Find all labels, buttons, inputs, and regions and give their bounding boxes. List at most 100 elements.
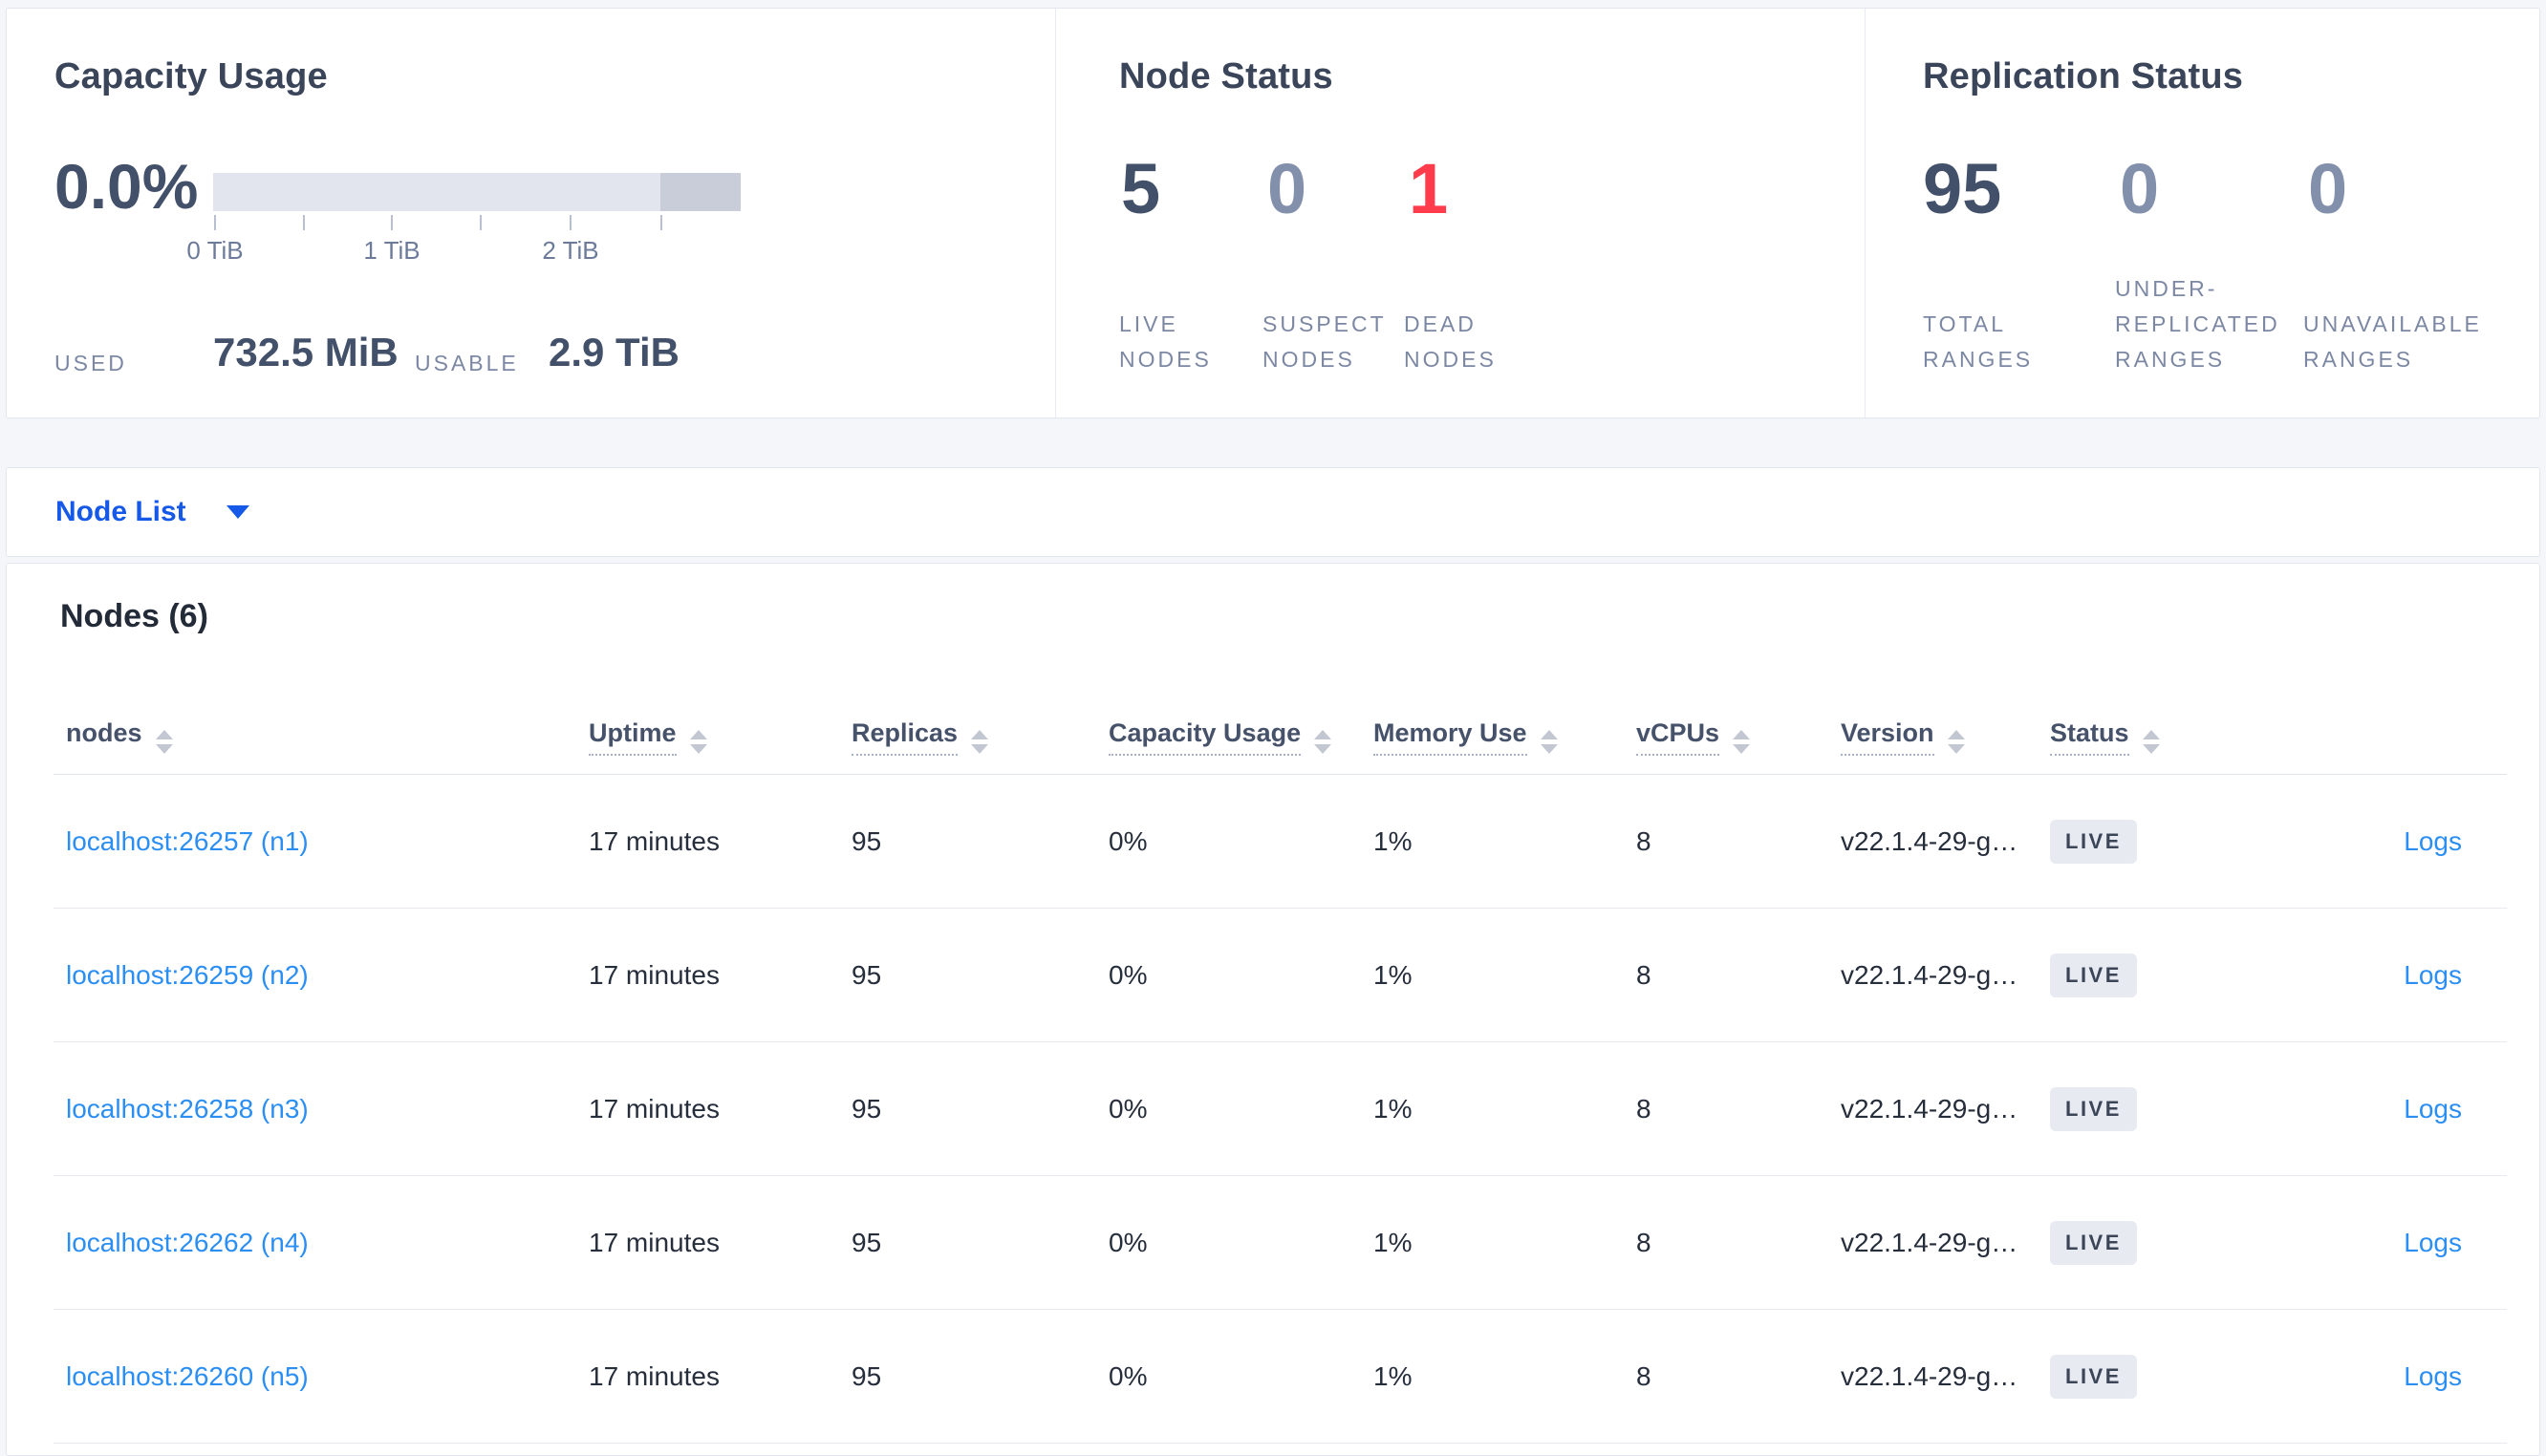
- capacity-axis-tick: [480, 215, 482, 230]
- sort-icon: [155, 729, 173, 754]
- column-header-label: vCPUs: [1636, 717, 1720, 756]
- capacity-used-label: USED: [54, 351, 127, 375]
- logs-link[interactable]: Logs: [2404, 826, 2462, 856]
- capacity-axis-tick: [303, 215, 305, 230]
- cell-vcpus: 8: [1624, 1041, 1828, 1176]
- column-header-capacity_usage[interactable]: Capacity Usage: [1096, 697, 1361, 775]
- stat-value: 1: [1409, 149, 1449, 228]
- logs-link[interactable]: Logs: [2404, 960, 2462, 990]
- node-link[interactable]: localhost:26259 (n2): [66, 960, 309, 990]
- stat-label: DEAD NODES: [1404, 311, 1497, 372]
- capacity-axis-tick-label: 0 TiB: [186, 236, 244, 265]
- cell-version: v22.1.4-29-g…: [1828, 1041, 2038, 1176]
- status-badge: LIVE: [2050, 953, 2137, 997]
- cell-capacity_usage: 0%: [1096, 908, 1361, 1042]
- cell-uptime: 17 minutes: [576, 1175, 839, 1310]
- cell-uptime: 17 minutes: [576, 1309, 839, 1444]
- sort-icon: [971, 729, 989, 754]
- column-header-label: Version: [1841, 717, 1934, 756]
- column-header-label: Replicas: [852, 717, 959, 756]
- cell-memory_use: 1%: [1361, 1041, 1624, 1176]
- status-badge: LIVE: [2050, 819, 2137, 864]
- node-link[interactable]: localhost:26262 (n4): [66, 1228, 309, 1257]
- stat-value: 0: [2308, 149, 2348, 228]
- node-link[interactable]: localhost:26257 (n1): [66, 826, 309, 856]
- table-header-row: nodes Uptime Replicas Capacity Usage Memory …: [54, 697, 2507, 775]
- sort-icon: [1733, 729, 1751, 754]
- stat-value: 5: [1121, 149, 1161, 228]
- nodes-section-title: Nodes (6): [60, 598, 208, 634]
- stat-label: UNAVAILABLE RANGES: [2303, 311, 2482, 372]
- cell-version: v22.1.4-29-g…: [1828, 774, 2038, 909]
- cell-version: v22.1.4-29-g…: [1828, 908, 2038, 1042]
- capacity-axis-tick: [660, 215, 662, 230]
- cell-vcpus: 8: [1624, 1309, 1828, 1444]
- cell-capacity_usage: 0%: [1096, 774, 1361, 909]
- cluster-overview-page: Capacity Usage 0.0% 0 TiB 1 TiB 2 TiB USED…: [0, 0, 2546, 1456]
- status-badge: LIVE: [2050, 1354, 2137, 1399]
- cell-replicas: 95: [839, 908, 1096, 1042]
- cell-capacity_usage: 0%: [1096, 1175, 1361, 1310]
- column-header-logs-empty: [2238, 697, 2507, 775]
- cell-memory_use: 1%: [1361, 1309, 1624, 1444]
- nodes-table-card: Nodes (6) nodes Uptime Replicas Capacity Us…: [6, 563, 2540, 1456]
- sort-icon: [2142, 729, 2160, 754]
- capacity-bar-reserved-segment: [660, 173, 741, 211]
- capacity-usable-label: USABLE: [415, 351, 519, 375]
- logs-link[interactable]: Logs: [2404, 1361, 2462, 1391]
- stat-label: UNDER- REPLICATED RANGES: [2115, 276, 2280, 372]
- capacity-axis-tick: [391, 215, 393, 230]
- capacity-axis-tick: [214, 215, 216, 230]
- stat-label: SUSPECT NODES: [1262, 311, 1387, 372]
- column-header-label: Status: [2050, 717, 2129, 756]
- node-list-dropdown[interactable]: Node List: [55, 496, 186, 528]
- column-header-label: Memory Use: [1373, 717, 1527, 756]
- column-header-vcpus[interactable]: vCPUs: [1624, 697, 1828, 775]
- stat-value: 0: [2120, 149, 2160, 228]
- cell-vcpus: 8: [1624, 774, 1828, 909]
- column-header-uptime[interactable]: Uptime: [576, 697, 839, 775]
- capacity-usable-value: 2.9 TiB: [549, 330, 680, 375]
- sort-icon: [1947, 729, 1965, 754]
- capacity-axis-tick-label: 1 TiB: [363, 236, 421, 265]
- node-link[interactable]: localhost:26260 (n5): [66, 1361, 309, 1391]
- cell-replicas: 95: [839, 1175, 1096, 1310]
- cell-uptime: 17 minutes: [576, 1041, 839, 1176]
- column-header-memory_use[interactable]: Memory Use: [1361, 697, 1624, 775]
- cluster-summary-card: Capacity Usage 0.0% 0 TiB 1 TiB 2 TiB USED…: [6, 8, 2540, 418]
- stat-label: TOTAL RANGES: [1923, 311, 2034, 372]
- nodes-table: nodes Uptime Replicas Capacity Usage Memory …: [54, 697, 2507, 1444]
- status-badge: LIVE: [2050, 1086, 2137, 1131]
- cell-vcpus: 8: [1624, 908, 1828, 1042]
- table-row: localhost:26259 (n2) 17 minutes 95 0% 1% 8 v22…: [54, 908, 2507, 1042]
- capacity-usage-title: Capacity Usage: [54, 56, 328, 96]
- replication-status-panel: Replication Status 95 TOTAL RANGES 0 UNDER- R…: [1865, 9, 2539, 418]
- column-header-replicas[interactable]: Replicas: [839, 697, 1096, 775]
- column-header-status[interactable]: Status: [2038, 697, 2238, 775]
- column-header-label: Uptime: [589, 717, 677, 756]
- cell-capacity_usage: 0%: [1096, 1309, 1361, 1444]
- table-row: localhost:26258 (n3) 17 minutes 95 0% 1% 8 v22…: [54, 1041, 2507, 1176]
- cell-capacity_usage: 0%: [1096, 1041, 1361, 1176]
- column-header-node[interactable]: nodes: [54, 697, 576, 775]
- view-selector-bar: Node List: [6, 467, 2540, 557]
- capacity-usage-bar: [213, 173, 741, 211]
- table-row: localhost:26260 (n5) 17 minutes 95 0% 1% 8 v22…: [54, 1309, 2507, 1444]
- capacity-axis-tick: [570, 215, 572, 230]
- logs-link[interactable]: Logs: [2404, 1094, 2462, 1124]
- cell-version: v22.1.4-29-g…: [1828, 1175, 2038, 1310]
- logs-link[interactable]: Logs: [2404, 1228, 2462, 1257]
- cell-memory_use: 1%: [1361, 774, 1624, 909]
- node-link[interactable]: localhost:26258 (n3): [66, 1094, 309, 1124]
- cell-memory_use: 1%: [1361, 908, 1624, 1042]
- cell-replicas: 95: [839, 1309, 1096, 1444]
- node-status-panel: Node Status 5 LIVE NODES 0 SUSPECT NODES 1 DEAD…: [1055, 9, 1865, 418]
- column-header-version[interactable]: Version: [1828, 697, 2038, 775]
- status-badge: LIVE: [2050, 1220, 2137, 1265]
- table-row: localhost:26257 (n1) 17 minutes 95 0% 1% 8 v22…: [54, 774, 2507, 909]
- sort-icon: [1540, 729, 1558, 754]
- table-row: localhost:26262 (n4) 17 minutes 95 0% 1% 8 v22…: [54, 1175, 2507, 1310]
- chevron-down-icon[interactable]: [226, 505, 249, 519]
- replication-status-title: Replication Status: [1923, 56, 2244, 96]
- column-header-label: nodes: [66, 717, 142, 747]
